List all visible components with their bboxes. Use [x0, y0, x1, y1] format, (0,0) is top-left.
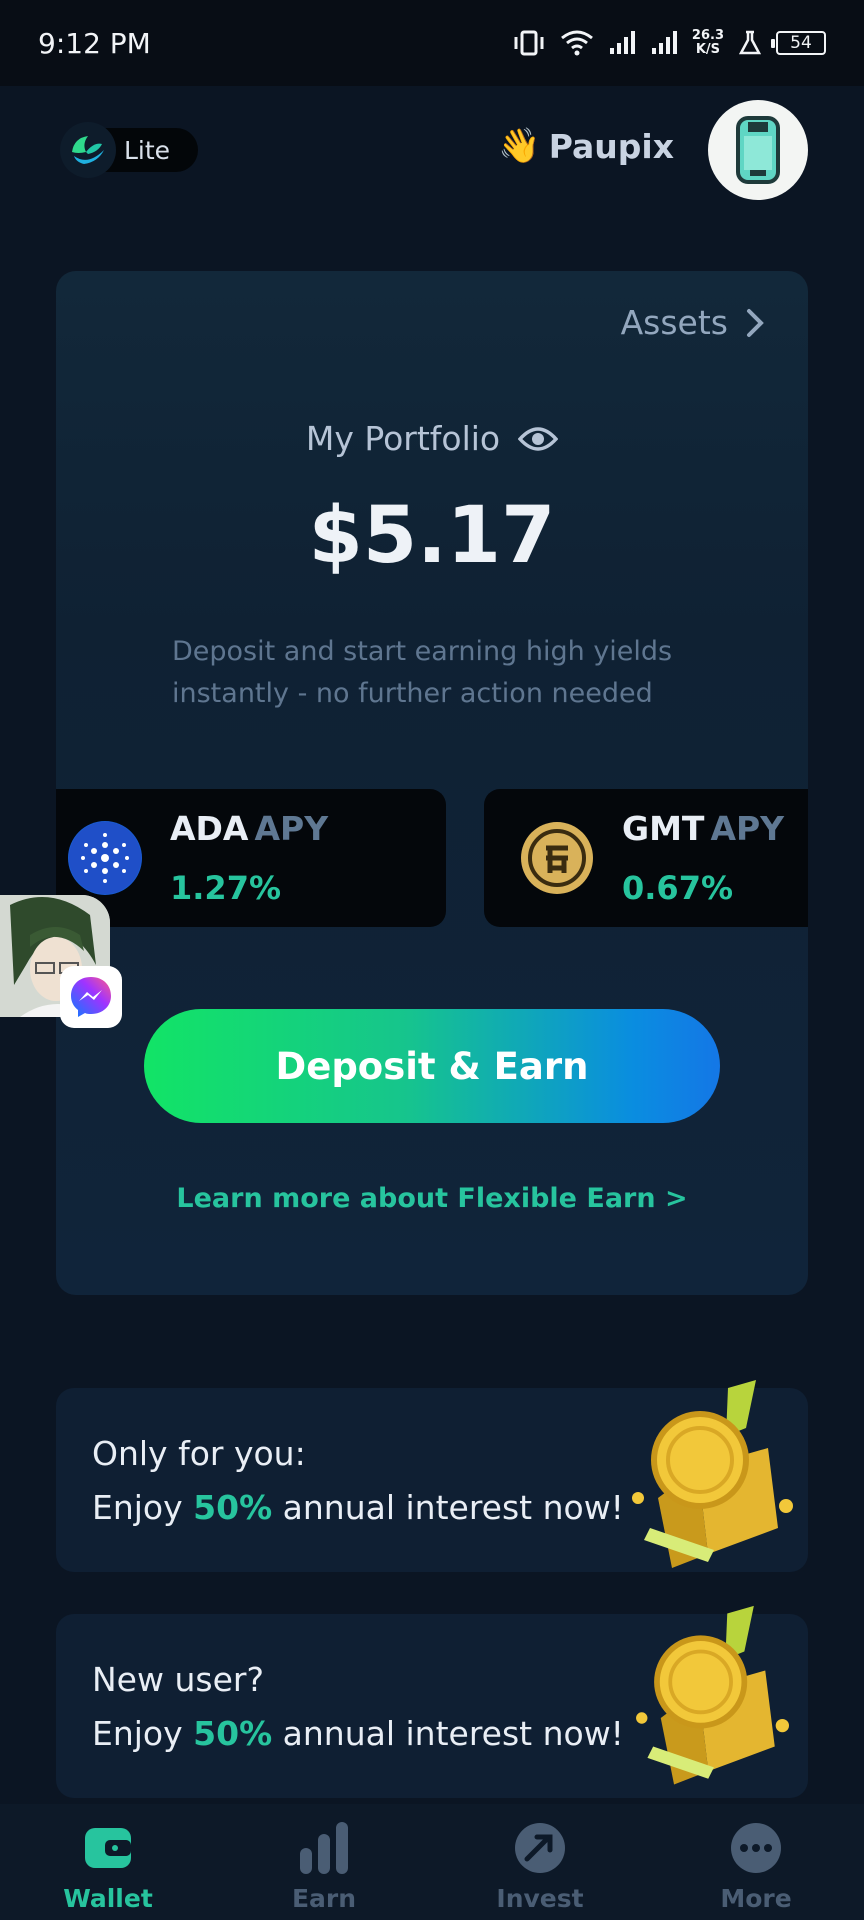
apy-card-gmt[interactable]: GMT APY 0.67%	[484, 789, 808, 927]
more-dots-icon	[726, 1820, 786, 1876]
lite-label: Lite	[124, 135, 171, 165]
battery-indicator: 54	[771, 31, 826, 55]
status-bar: 9:12 PM 26.3 K/S 54	[0, 0, 864, 86]
network-speed-unit: K/S	[695, 42, 721, 57]
apy-tag: APY	[710, 809, 785, 848]
apy-tag: APY	[254, 809, 329, 848]
gold-coin-box-icon	[636, 1605, 789, 1785]
apy-symbol-ada: ADA APY	[170, 809, 328, 848]
wave-hand-icon: 👋	[498, 126, 541, 166]
signal-icon-2	[651, 31, 677, 54]
coin-symbol: ADA	[170, 809, 249, 848]
status-time: 9:12 PM	[38, 26, 151, 60]
promo-rate: 50%	[193, 1714, 273, 1753]
promo-subtitle: Enjoy 50% annual interest now!	[92, 1714, 624, 1753]
apy-card-ada[interactable]: ADA APY 1.27%	[56, 789, 446, 927]
network-speed-value: 26.3	[691, 28, 724, 43]
bar-chart-icon	[294, 1820, 354, 1876]
pixel-avatar-icon	[736, 116, 780, 184]
portfolio-value: $5.17	[308, 491, 556, 581]
learn-more-link[interactable]: Learn more about Flexible Earn >	[56, 1183, 808, 1214]
deposit-earn-button[interactable]: Deposit & Earn	[144, 1009, 720, 1123]
lite-mode-toggle[interactable]: Lite	[60, 122, 198, 178]
promo-text: Enjoy	[92, 1488, 194, 1527]
promo-rate: 50%	[193, 1488, 273, 1527]
gold-coin-box-icon	[632, 1380, 793, 1568]
promo-card-new-user[interactable]: New user? Enjoy 50% annual interest now!	[56, 1605, 808, 1798]
promo-title: Only for you:	[92, 1434, 306, 1473]
app-logo-icon	[60, 122, 116, 178]
portfolio-card: Assets My Portfolio $5.17 Deposit and st…	[56, 271, 808, 1295]
status-icons: 26.3 K/S 54	[512, 29, 826, 57]
avatar[interactable]	[708, 100, 808, 200]
promo-text: Enjoy	[92, 1714, 194, 1753]
signal-icon	[609, 31, 635, 54]
nav-label: More	[720, 1884, 792, 1913]
portfolio-description: Deposit and start earning high yields in…	[172, 636, 673, 709]
portfolio-title: My Portfolio	[305, 419, 501, 458]
portfolio-title-row: My Portfolio	[56, 419, 808, 458]
promo-title: New user?	[92, 1660, 264, 1699]
nav-earn[interactable]: Earn	[216, 1804, 432, 1920]
username: Paupix	[548, 126, 674, 166]
network-speed: 26.3 K/S	[692, 29, 724, 57]
gmt-coin-icon	[520, 821, 594, 895]
assets-label: Assets	[620, 303, 728, 342]
promo-subtitle: Enjoy 50% annual interest now!	[92, 1488, 624, 1527]
apy-rate-ada: 1.27%	[170, 869, 282, 907]
bottom-nav: Wallet Earn Invest More	[0, 1804, 864, 1920]
nav-more[interactable]: More	[648, 1804, 864, 1920]
nav-label: Earn	[291, 1884, 357, 1913]
messenger-icon[interactable]	[60, 966, 122, 1028]
apy-symbol-gmt: GMT APY	[622, 809, 784, 848]
greeting: 👋 Paupix	[498, 126, 674, 166]
assets-link[interactable]: Assets	[621, 303, 764, 342]
trend-arrow-icon	[510, 1820, 570, 1876]
wifi-icon	[560, 30, 593, 56]
nav-wallet[interactable]: Wallet	[0, 1804, 216, 1920]
nav-label: Wallet	[63, 1884, 153, 1913]
promo-text: annual interest now!	[272, 1714, 624, 1753]
wallet-icon	[78, 1820, 138, 1876]
promo-card-exclusive[interactable]: Only for you: Enjoy 50% annual interest …	[56, 1380, 808, 1572]
promo-text: annual interest now!	[272, 1488, 624, 1527]
vibrate-icon	[514, 30, 544, 56]
nav-invest[interactable]: Invest	[432, 1804, 648, 1920]
flask-icon	[738, 30, 762, 55]
chevron-right-icon	[747, 308, 764, 337]
coin-symbol: GMT	[622, 809, 705, 848]
cardano-coin-icon	[68, 821, 142, 895]
nav-label: Invest	[496, 1884, 584, 1913]
apy-rate-gmt: 0.67%	[622, 869, 734, 907]
eye-icon[interactable]	[518, 425, 559, 453]
